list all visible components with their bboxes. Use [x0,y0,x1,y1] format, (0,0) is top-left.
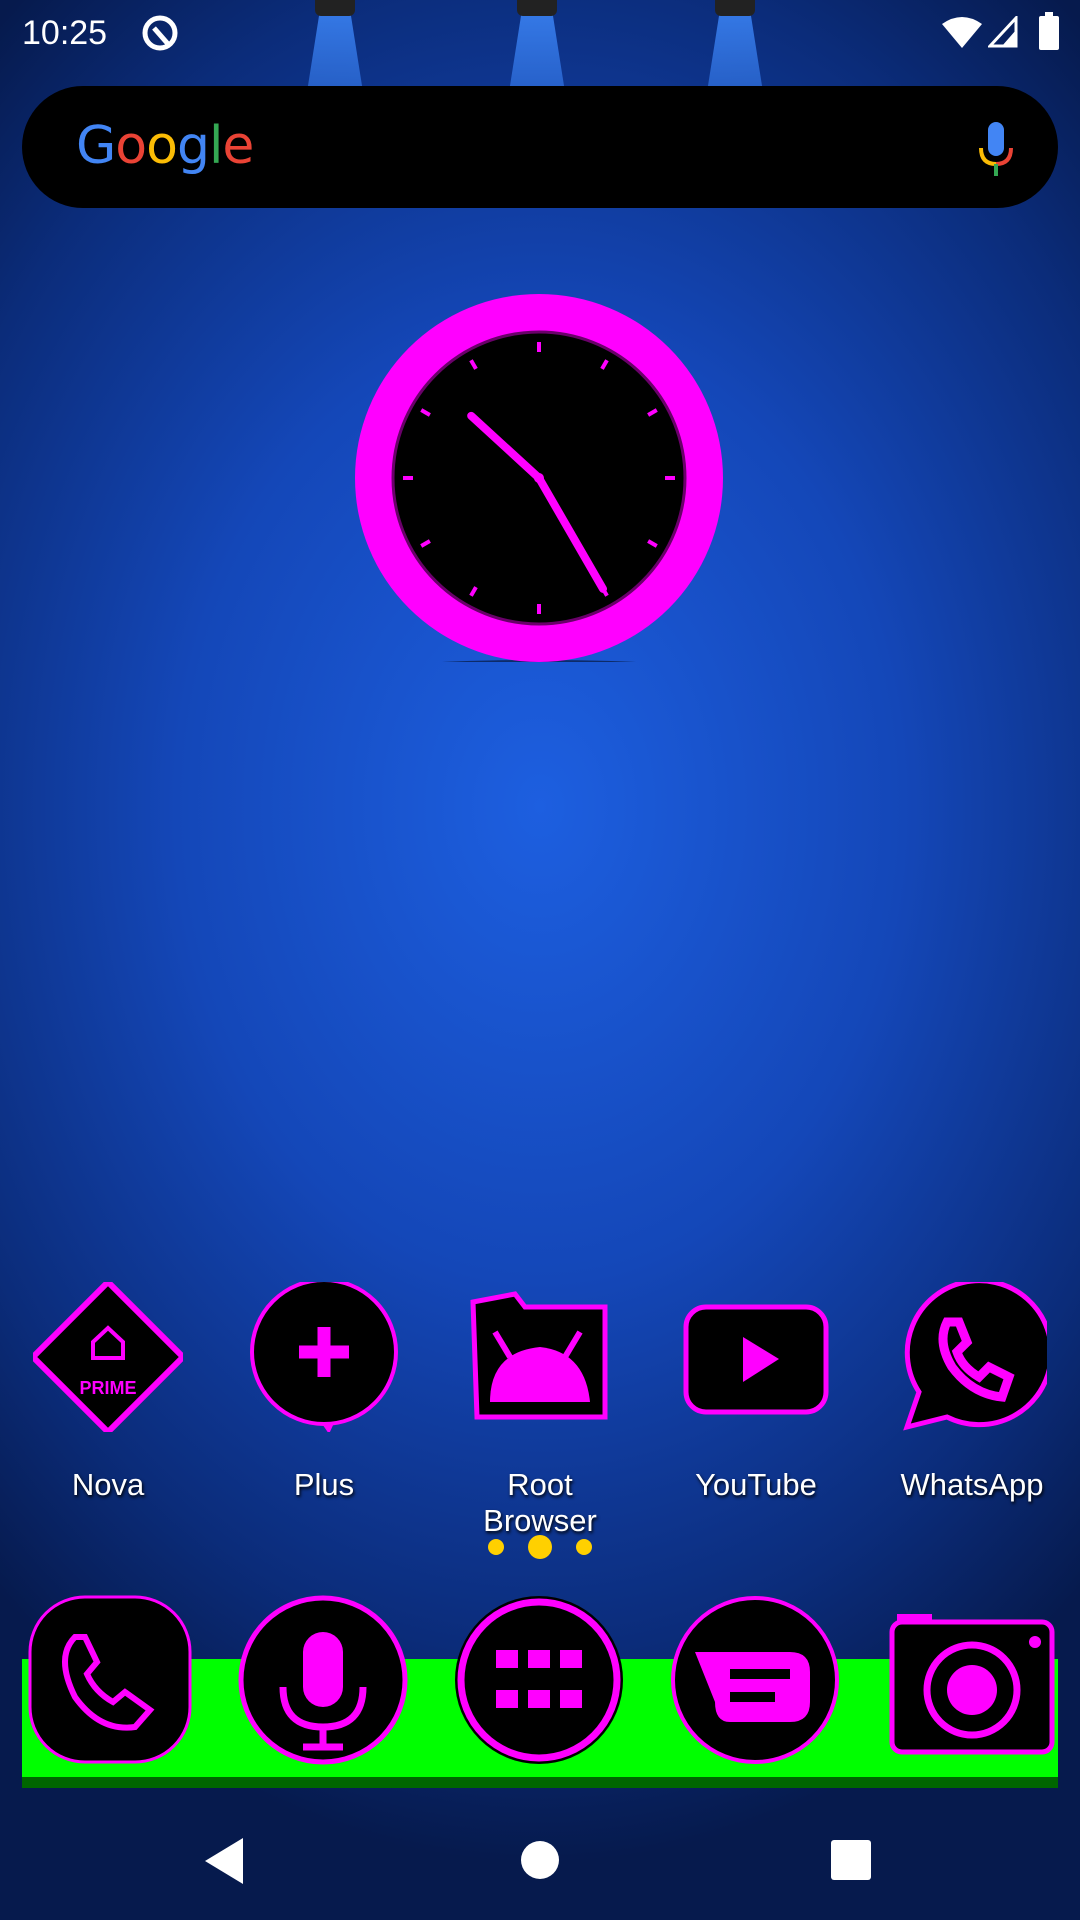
recents-button[interactable] [831,1840,871,1880]
page-dot[interactable] [576,1539,592,1555]
svg-text:PRIME: PRIME [79,1378,136,1398]
whatsapp-icon [903,1278,1054,1431]
app-plus[interactable]: Plus [234,1278,414,1503]
dock-shelf-edge [22,1777,1058,1788]
app-drawer-icon[interactable] [454,1592,624,1767]
app-label: Root Browser [483,1467,597,1538]
google-logo: Google [76,116,254,176]
app-youtube[interactable]: YouTube [666,1282,846,1503]
status-time: 10:25 [22,14,108,52]
page-dot[interactable] [488,1539,504,1555]
phone-icon[interactable] [25,1592,195,1767]
clock-center [534,473,544,483]
analog-clock-widget[interactable] [355,294,723,662]
app-label: WhatsApp [900,1467,1044,1502]
mic-icon[interactable] [976,122,1016,178]
youtube-icon [683,1304,829,1415]
root-browser-icon [470,1291,608,1420]
app-root-browser[interactable]: Root Browser [450,1282,630,1539]
plus-messenger-icon [250,1278,398,1434]
page-indicator[interactable] [0,1535,1080,1559]
status-bar: 10:25 [0,0,1080,66]
camera-icon[interactable] [887,1592,1057,1767]
app-whatsapp[interactable]: WhatsApp [882,1278,1062,1503]
nova-q-icon [142,15,178,51]
battery-icon [1039,12,1059,50]
messages-icon[interactable] [670,1592,840,1767]
page-dot-current[interactable] [528,1535,552,1559]
voice-search-icon[interactable] [238,1592,408,1767]
wifi-icon [942,17,982,48]
app-nova[interactable]: PRIME Nova [18,1277,198,1503]
nova-prime-icon: PRIME [28,1277,188,1437]
app-label: Nova [71,1467,145,1502]
signal-icon [988,16,1018,48]
app-label: YouTube [695,1467,817,1502]
home-button[interactable] [520,1840,560,1880]
back-button[interactable] [205,1838,245,1884]
navigation-bar [0,1820,1080,1920]
app-label: Plus [293,1467,355,1502]
google-search-bar[interactable]: Google [22,86,1058,208]
